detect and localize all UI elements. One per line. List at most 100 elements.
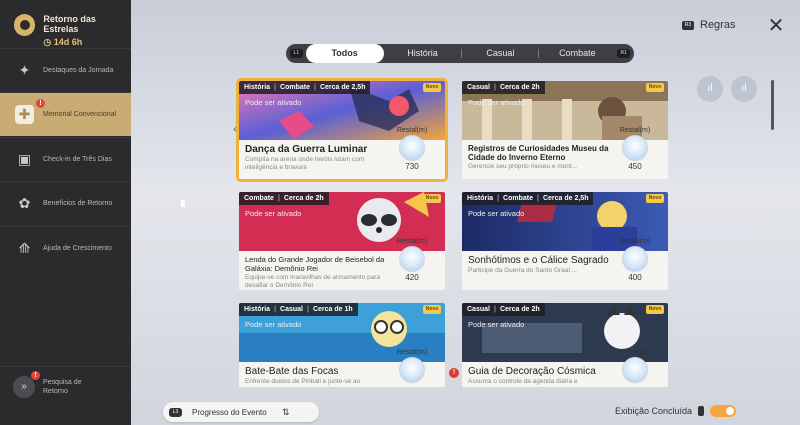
- availability-status: Pode ser ativado: [245, 320, 302, 329]
- event-progress-button[interactable]: L3 Progresso do Evento ⇅: [163, 402, 319, 422]
- calendar-check-icon: ▣: [17, 151, 32, 167]
- event-name: Registros de Curiosidades Museu da Cidad…: [468, 144, 609, 162]
- r1-key-icon: R1: [617, 49, 630, 58]
- reward-crystal-icon: [399, 246, 425, 272]
- event-description: Assuma o controle da agenda diária e: [468, 378, 578, 385]
- tag: Combate: [280, 84, 310, 91]
- sidebar-item-memorial[interactable]: ✚ Memorial Convencional !: [0, 92, 131, 136]
- show-completed-label: Exibição Concluída: [615, 406, 693, 416]
- show-completed-toggle[interactable]: [710, 405, 737, 417]
- sidebar-item-label: Benefícios de Retorno: [43, 200, 113, 207]
- tag-divider: |: [307, 306, 309, 313]
- event-description: Equipe-se com maravilhas de armamento pa…: [245, 274, 381, 289]
- alert-badge: !: [31, 371, 40, 380]
- reward: Restal(m) 400: [616, 238, 654, 288]
- event-card[interactable]: Casual | Cerca de 2h Pode ser ativado Nov…: [462, 81, 668, 179]
- new-badge: Novo: [646, 305, 664, 314]
- sidebar-item-checkin[interactable]: ▣ Check-in de Três Dias: [0, 137, 131, 181]
- reward-crystal-icon: [622, 246, 648, 272]
- reward-label: Restal(m): [619, 238, 651, 245]
- tag: Combate: [244, 195, 274, 202]
- event-title: Retorno das Estrelas: [43, 14, 96, 34]
- tag: Casual: [280, 306, 303, 313]
- tab-combate[interactable]: Combate: [539, 44, 615, 63]
- reward-label: Restal(m): [619, 127, 651, 134]
- new-badge: Novo: [423, 83, 441, 92]
- event-description: Enfrente duelos de Pinball e junte-se ao: [245, 378, 361, 385]
- tab-todos[interactable]: Todos: [305, 44, 384, 63]
- tag-divider: |: [493, 306, 496, 313]
- event-description: Participe da Guerra do Santo Graal ...: [468, 267, 578, 274]
- tab-historia[interactable]: História: [384, 44, 462, 63]
- tag: Cerca de 2,5h: [542, 195, 589, 202]
- tag: História: [244, 306, 271, 313]
- event-name: Lenda do Grande Jogador de Beisebol da G…: [245, 255, 385, 273]
- reward-label: Restal(m): [396, 127, 428, 134]
- tag: Cerca de 1h: [312, 306, 353, 313]
- tag-divider: |: [536, 195, 539, 202]
- event-card[interactable]: História | Combate | Cerca de 2,5h Pode se…: [462, 192, 668, 290]
- event-card[interactable]: Casual | Cerca de 2h Pode ser ativado Nov…: [462, 303, 668, 387]
- compass-icon: ✦: [18, 62, 31, 78]
- reward-amount: 730: [405, 162, 419, 171]
- new-badge: Novo: [423, 305, 441, 314]
- rules-label: Regras: [700, 19, 736, 31]
- scrollbar[interactable]: [771, 80, 774, 130]
- reward-crystal-icon: [622, 135, 648, 161]
- availability-status: Pode ser ativado: [468, 98, 525, 107]
- sidebar-item-destaques[interactable]: ✦ Destaques da Jornada: [0, 48, 131, 92]
- event-name: Bate-Bate das Focas: [245, 366, 339, 377]
- event-timer-value: 14d 6h: [53, 37, 83, 47]
- tag-divider: |: [313, 84, 316, 91]
- rules-button[interactable]: R3 Regras: [682, 19, 735, 31]
- sidebar-item-label: Check-in de Três Dias: [43, 156, 112, 163]
- r3-key-icon: R3: [682, 20, 694, 30]
- decorative-circle: ıl: [731, 76, 757, 102]
- sidebar-item-beneficios[interactable]: ✿ Benefícios de Retorno: [0, 181, 131, 225]
- event-timer: ◷ 14d 6h: [43, 37, 83, 47]
- tag-divider: |: [497, 195, 500, 202]
- tab-casual[interactable]: Casual: [462, 44, 538, 63]
- tag-divider: |: [274, 306, 277, 313]
- tag: Cerca de 2h: [499, 306, 540, 313]
- tag: Cerca de 2h: [499, 84, 540, 91]
- event-tags: História | Casual | Cerca de 1h: [239, 303, 358, 316]
- tag: Combate: [503, 195, 533, 202]
- reward-label: Restal(m): [619, 349, 651, 356]
- event-card[interactable]: História | Casual | Cerca de 1h Pode ser a…: [239, 303, 445, 387]
- event-name: Sonhótimos e o Cálice Sagrado: [468, 255, 609, 266]
- tag: Cerca de 2h: [283, 195, 324, 202]
- event-name: Guia de Decoração Cósmica: [468, 366, 596, 377]
- new-badge: Novo: [646, 194, 664, 203]
- sidebar-item-label: Destaques da Jornada: [43, 67, 114, 74]
- sidebar-header: Retorno das Estrelas ◷ 14d 6h: [0, 0, 131, 48]
- reward: Restal(m): [616, 349, 654, 387]
- new-badge: Novo: [646, 83, 664, 92]
- close-icon[interactable]: ✕: [766, 16, 786, 36]
- tag: História: [467, 195, 494, 202]
- category-tabs: L1 Todos História Casual Combate R1: [286, 44, 634, 63]
- event-card[interactable]: Combate | Cerca de 2h Pode ser ativado No…: [239, 192, 445, 290]
- growth-icon: ⟰: [18, 240, 31, 256]
- reward-crystal-icon: [622, 357, 648, 383]
- reward-amount: 420: [405, 273, 419, 282]
- availability-status: Pode ser ativado: [468, 209, 525, 218]
- sidebar: Retorno das Estrelas ◷ 14d 6h ✦ Destaque…: [0, 0, 131, 425]
- event-logo-icon: [14, 14, 36, 36]
- event-tags: Casual | Cerca de 2h: [462, 303, 545, 316]
- survey-button[interactable]: » Pesquisa de Retorno !: [0, 366, 131, 406]
- sidebar-item-ajuda[interactable]: ⟰ Ajuda de Crescimento: [0, 226, 131, 270]
- event-card[interactable]: História | Combate | Cerca de 2,5h Pode se…: [236, 78, 448, 182]
- tag-divider: |: [493, 84, 496, 91]
- reward-amount: 400: [628, 273, 642, 282]
- controller-key-icon: [698, 406, 705, 416]
- reward: Restal(m) 450: [616, 127, 654, 177]
- sidebar-item-label: Ajuda de Crescimento: [43, 245, 112, 252]
- event-name: Dança da Guerra Luminar: [245, 144, 368, 155]
- sort-icon: ⇅: [282, 406, 290, 417]
- availability-status: Pode ser ativado: [245, 209, 302, 218]
- pagination-marker: [181, 200, 185, 207]
- event-tags: Casual | Cerca de 2h: [462, 81, 545, 94]
- memorial-icon: ✚: [15, 105, 34, 124]
- alert-badge: !: [36, 99, 45, 108]
